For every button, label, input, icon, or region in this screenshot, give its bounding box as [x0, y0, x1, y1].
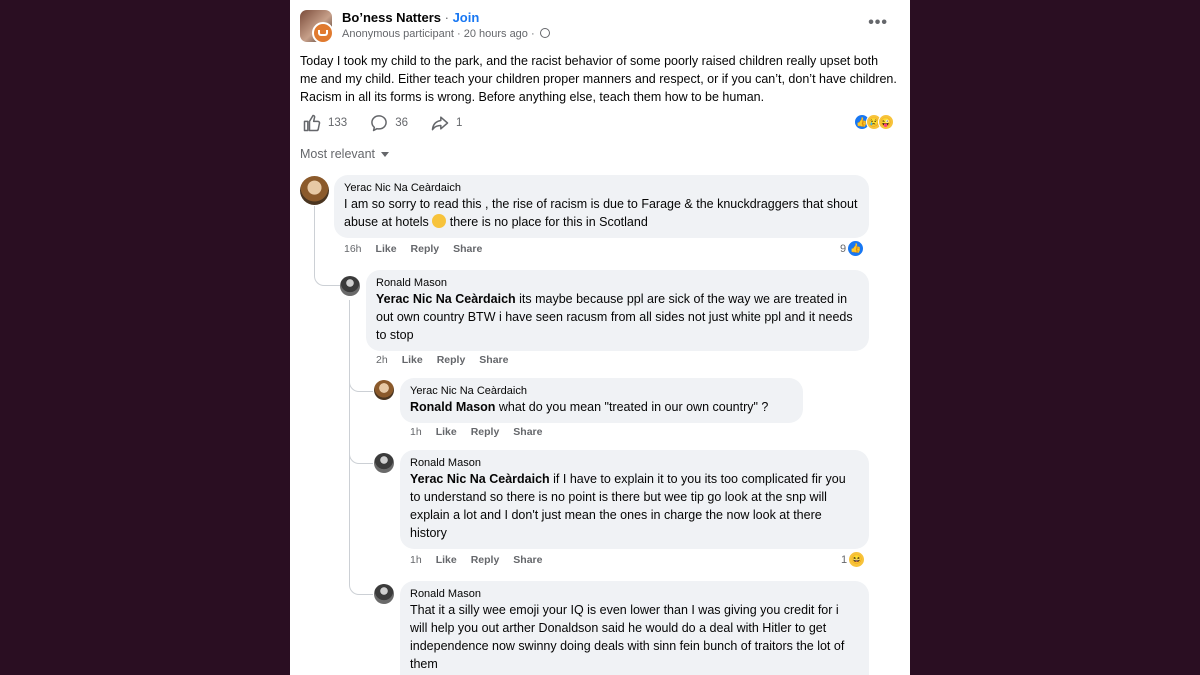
comment-text: Yerac Nic Na Ceàrdaich if I have to expl… — [410, 472, 846, 540]
comment-text: Yerac Nic Na Ceàrdaich its maybe because… — [376, 292, 853, 342]
share-icon — [431, 116, 449, 131]
share-count: 1 — [455, 117, 463, 129]
comment-time[interactable]: 1h — [410, 554, 422, 566]
eye-roll-emoji-icon — [432, 214, 447, 228]
comment-sort-dropdown[interactable]: Most relevant — [300, 147, 390, 161]
comment-count: 36 — [395, 117, 408, 129]
comment-reaction-count[interactable]: 9 👍 — [840, 241, 864, 256]
avatar[interactable] — [374, 380, 394, 400]
comment-author[interactable]: Ronald Mason — [410, 456, 859, 470]
post-author: Anonymous participant — [342, 28, 454, 40]
join-button[interactable]: Join — [453, 10, 480, 25]
comment-bubble: Ronald Mason That it a silly wee emoji y… — [400, 581, 869, 675]
sort-label: Most relevant — [300, 147, 376, 161]
avatar[interactable] — [300, 176, 329, 205]
separator: · — [530, 28, 535, 40]
comment-bubble: Ronald Mason Yerac Nic Na Ceàrdaich if I… — [400, 450, 869, 549]
group-name-link[interactable]: Bo’ness Natters — [342, 10, 441, 25]
comment-reply-button[interactable]: Reply — [471, 554, 500, 566]
comment-share-button[interactable]: Share — [453, 243, 482, 255]
avatar[interactable] — [374, 584, 394, 604]
comment-like-button[interactable]: Like — [376, 243, 397, 255]
comment-actions: 1h Like Reply Share — [410, 554, 542, 566]
comment-author[interactable]: Ronald Mason — [376, 276, 859, 290]
avatar[interactable] — [374, 453, 394, 473]
comment-share-button[interactable]: Share — [513, 554, 542, 566]
post-meta: Anonymous participant · 20 hours ago · — [342, 28, 550, 40]
comment-text: I am so sorry to read this , the rise of… — [344, 197, 858, 229]
comment-reply-button[interactable]: Reply — [411, 243, 440, 255]
avatar[interactable] — [340, 276, 360, 296]
comment-like-button[interactable]: Like — [436, 426, 457, 438]
post-actions: 133 36 1 — [302, 113, 462, 133]
comment-actions: 2h Like Reply Share — [376, 354, 508, 366]
mention-link[interactable]: Yerac Nic Na Ceàrdaich — [410, 472, 550, 486]
comment-author[interactable]: Yerac Nic Na Ceàrdaich — [410, 384, 793, 398]
comment-button[interactable]: 36 — [369, 113, 408, 133]
comment-reply-button[interactable]: Reply — [437, 354, 466, 366]
comment-reaction-count[interactable]: 1 😆 — [841, 552, 865, 567]
post-text: Today I took my child to the park, and t… — [300, 54, 897, 104]
separator: · — [456, 28, 461, 40]
comment-share-button[interactable]: Share — [479, 354, 508, 366]
separator: · — [444, 10, 449, 25]
post-card: Bo’ness Natters · Join Anonymous partici… — [290, 0, 910, 675]
laugh-reaction-icon: 😆 — [849, 552, 865, 567]
globe-icon — [539, 28, 550, 38]
comment-time[interactable]: 16h — [344, 243, 362, 255]
post-header-title: Bo’ness Natters · Join — [342, 10, 479, 25]
tongue-reaction-icon: 😜 — [878, 114, 894, 130]
anonymous-badge-icon — [312, 22, 334, 44]
comment-actions: 16h Like Reply Share — [344, 243, 482, 255]
comment-bubble: Yerac Nic Na Ceàrdaich I am so sorry to … — [334, 175, 869, 238]
comment-like-button[interactable]: Like — [402, 354, 423, 366]
comment-text: Ronald Mason what do you mean "treated i… — [410, 400, 769, 414]
post-time[interactable]: 20 hours ago — [464, 28, 528, 40]
share-button[interactable]: 1 — [430, 113, 462, 133]
comment-author[interactable]: Yerac Nic Na Ceàrdaich — [344, 181, 859, 195]
comment-share-button[interactable]: Share — [513, 426, 542, 438]
comment-reply-button[interactable]: Reply — [471, 426, 500, 438]
like-reaction-icon: 👍 — [848, 241, 864, 256]
comment-bubble: Ronald Mason Yerac Nic Na Ceàrdaich its … — [366, 270, 869, 351]
comment-bubble: Yerac Nic Na Ceàrdaich Ronald Mason what… — [400, 378, 803, 423]
like-count: 133 — [328, 117, 348, 129]
comment-text: That it a silly wee emoji your IQ is eve… — [410, 603, 845, 671]
like-button[interactable]: 133 — [302, 113, 347, 133]
thread-connector — [349, 450, 373, 595]
reaction-summary[interactable]: 👍 😢 😜 — [854, 114, 894, 130]
more-options-button[interactable]: ••• — [868, 14, 888, 32]
comment-time[interactable]: 1h — [410, 426, 422, 438]
comment-actions: 1h Like Reply Share — [410, 426, 542, 438]
comment-author[interactable]: Ronald Mason — [410, 587, 859, 601]
mention-link[interactable]: Ronald Mason — [410, 400, 495, 414]
caret-down-icon — [381, 152, 390, 157]
like-icon — [303, 114, 321, 132]
mention-link[interactable]: Yerac Nic Na Ceàrdaich — [376, 292, 516, 306]
comment-like-button[interactable]: Like — [436, 554, 457, 566]
comment-icon — [371, 115, 388, 132]
comment-time[interactable]: 2h — [376, 354, 388, 366]
